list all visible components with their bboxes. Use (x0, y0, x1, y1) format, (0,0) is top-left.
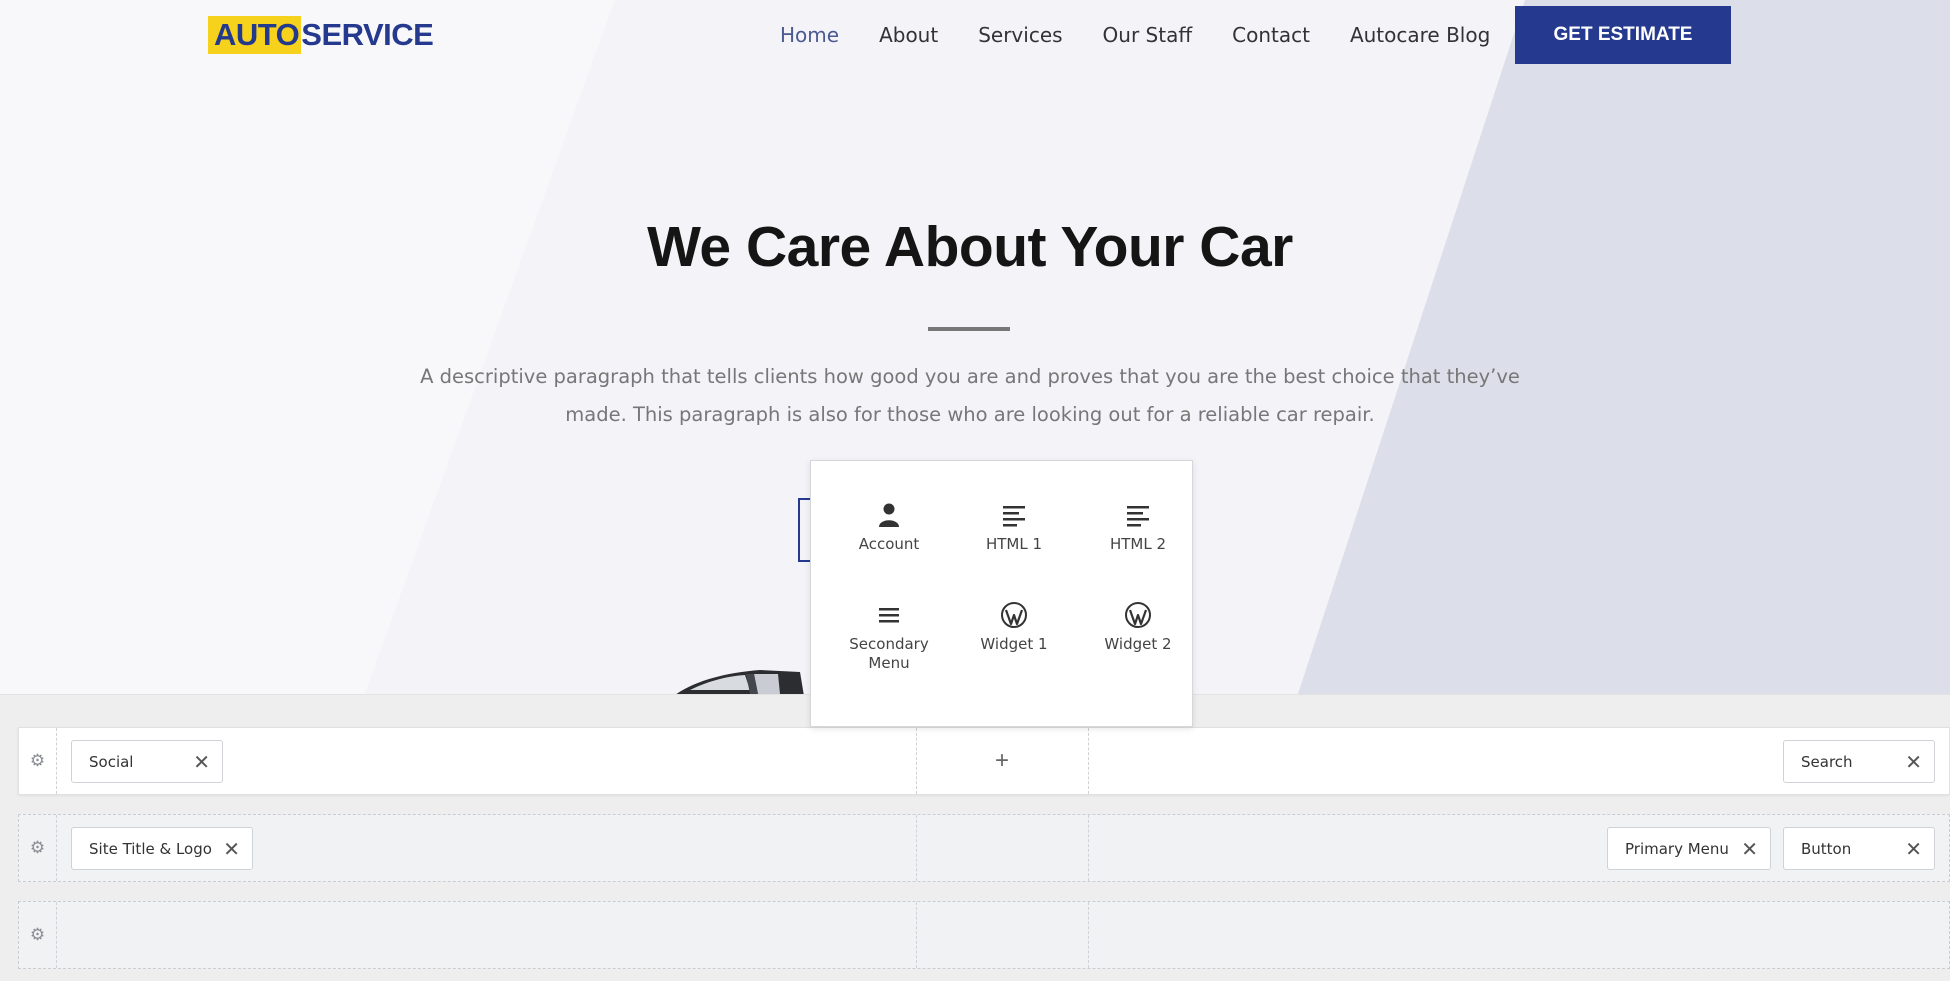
nav-item-services[interactable]: Services (978, 20, 1062, 50)
nav-item-contact[interactable]: Contact (1232, 20, 1310, 50)
row-settings-gear-icon[interactable]: ⚙ (19, 902, 57, 968)
header-builder: ⚙ Social ✕ + Search ✕ ⚙ Site Title & Log… (0, 694, 1950, 981)
hero-title: We Care About Your Car (647, 215, 1293, 279)
popup-item-html-1[interactable]: HTML 1 (959, 501, 1069, 553)
chip-label: Search (1801, 752, 1853, 771)
column-divider (916, 815, 917, 881)
popup-item-secondary-menu[interactable]: Secondary Menu (834, 601, 944, 673)
builder-chip-search[interactable]: Search ✕ (1783, 740, 1935, 783)
html-icon (1127, 506, 1149, 527)
builder-chip-button[interactable]: Button ✕ (1783, 827, 1935, 870)
chip-label: Site Title & Logo (89, 839, 212, 858)
popup-item-label: Secondary Menu (849, 635, 929, 672)
car-image (676, 670, 804, 694)
add-item-popover: Account HTML 1 HTML 2 Secondary Menu Wid… (810, 460, 1193, 727)
html-icon (1003, 506, 1025, 527)
remove-icon[interactable]: ✕ (1905, 839, 1922, 859)
add-item-button[interactable]: + (916, 728, 1088, 794)
nav-item-about[interactable]: About (879, 20, 938, 50)
builder-row-bottom: ⚙ (18, 901, 1950, 969)
remove-icon[interactable]: ✕ (1905, 752, 1922, 772)
logo-part-service: SERVICE (301, 17, 434, 52)
builder-chip-social[interactable]: Social ✕ (71, 740, 223, 783)
user-icon (879, 503, 899, 527)
nav-item-autocare-blog[interactable]: Autocare Blog (1350, 20, 1490, 50)
remove-icon[interactable]: ✕ (1741, 839, 1758, 859)
nav-item-home[interactable]: Home (780, 20, 839, 50)
chip-label: Button (1801, 839, 1852, 858)
builder-row-main: ⚙ Site Title & Logo ✕ Primary Menu ✕ But… (18, 814, 1950, 882)
builder-row-top: ⚙ Social ✕ + Search ✕ (18, 727, 1950, 795)
wordpress-icon (1125, 602, 1151, 628)
column-divider (1088, 902, 1089, 968)
wordpress-icon (1001, 602, 1027, 628)
hero-paragraph: A descriptive paragraph that tells clien… (420, 365, 1520, 426)
hero-divider (928, 327, 1010, 331)
row-settings-gear-icon[interactable]: ⚙ (19, 728, 57, 794)
remove-icon[interactable]: ✕ (193, 752, 210, 772)
get-estimate-button[interactable]: GET ESTIMATE (1515, 6, 1731, 64)
popup-item-widget-2[interactable]: Widget 2 (1083, 601, 1193, 653)
popup-item-account[interactable]: Account (834, 501, 944, 553)
popup-item-label: Account (858, 535, 920, 553)
nav-item-our-staff[interactable]: Our Staff (1103, 20, 1193, 50)
popup-item-label: Widget 2 (1104, 635, 1172, 653)
site-logo[interactable]: AUTO SERVICE (208, 16, 434, 54)
column-divider (1088, 815, 1089, 881)
chip-label: Primary Menu (1625, 839, 1729, 858)
builder-chip-site-title-logo[interactable]: Site Title & Logo ✕ (71, 827, 253, 870)
menu-icon (879, 608, 899, 623)
column-divider (1088, 728, 1089, 794)
row-settings-gear-icon[interactable]: ⚙ (19, 815, 57, 881)
popup-item-label: HTML 1 (985, 535, 1043, 553)
builder-chip-primary-menu[interactable]: Primary Menu ✕ (1607, 827, 1771, 870)
popup-item-label: HTML 2 (1109, 535, 1167, 553)
column-divider (916, 902, 917, 968)
popup-item-widget-1[interactable]: Widget 1 (959, 601, 1069, 653)
popup-item-label: Widget 1 (980, 635, 1048, 653)
chip-label: Social (89, 752, 134, 771)
remove-icon[interactable]: ✕ (223, 839, 240, 859)
popup-item-html-2[interactable]: HTML 2 (1083, 501, 1193, 553)
primary-nav: Home About Services Our Staff Contact Au… (780, 20, 1530, 50)
logo-part-auto: AUTO (208, 16, 302, 54)
